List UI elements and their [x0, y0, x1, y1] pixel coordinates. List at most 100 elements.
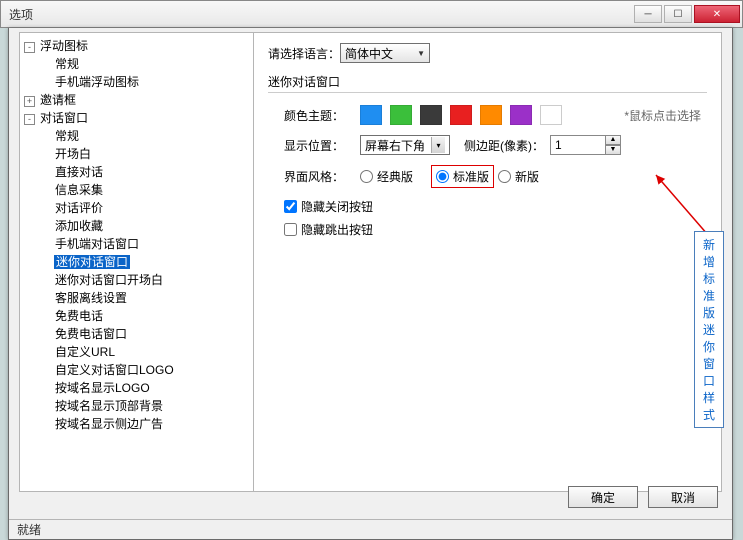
- tree-item-label: 自定义对话窗口LOGO: [54, 363, 175, 377]
- position-row: 显示位置： 屏幕右下角 ▾ 侧边距(像素)： ▲ ▼: [274, 135, 701, 155]
- tree-item-label: 免费电话: [54, 309, 104, 323]
- cancel-button[interactable]: 取消: [648, 486, 718, 508]
- margin-input-group: ▲ ▼: [550, 135, 621, 155]
- tree-item-label: 开场白: [54, 147, 92, 161]
- close-button[interactable]: ✕: [694, 5, 740, 23]
- section-title: 迷你对话窗口: [268, 73, 707, 90]
- ok-button[interactable]: 确定: [568, 486, 638, 508]
- tree-item[interactable]: 对话评价: [20, 199, 253, 217]
- hide-popup-checkbox[interactable]: 隐藏跳出按钮: [284, 221, 373, 238]
- tree-item[interactable]: 常规: [20, 127, 253, 145]
- margin-input[interactable]: [550, 135, 606, 155]
- annotation-callout: 新增标准版迷你窗口样式: [694, 231, 724, 428]
- tree-item[interactable]: 按域名显示LOGO: [20, 379, 253, 397]
- color-swatch[interactable]: [390, 105, 412, 125]
- position-label: 显示位置：: [284, 137, 360, 154]
- tree-item-label: 免费电话窗口: [54, 327, 128, 341]
- tree-item[interactable]: 直接对话: [20, 163, 253, 181]
- tree-toggle-icon[interactable]: -: [24, 114, 35, 125]
- tree-item-label: 手机端对话窗口: [54, 237, 140, 251]
- color-swatch[interactable]: [360, 105, 382, 125]
- content-area: -浮动图标常规手机端浮动图标+邀请框-对话窗口常规开场白直接对话信息采集对话评价…: [19, 32, 722, 492]
- nav-tree[interactable]: -浮动图标常规手机端浮动图标+邀请框-对话窗口常规开场白直接对话信息采集对话评价…: [20, 33, 254, 491]
- tree-item-label: 客服离线设置: [54, 291, 128, 305]
- style-radio-standard[interactable]: 标准版: [436, 168, 489, 185]
- margin-spinner[interactable]: ▲ ▼: [606, 135, 621, 155]
- tree-item-label: 对话评价: [54, 201, 104, 215]
- title-bar: 选项 ─ ☐ ✕: [0, 0, 743, 28]
- tree-item-label: 对话窗口: [39, 111, 89, 125]
- tree-item[interactable]: 信息采集: [20, 181, 253, 199]
- tree-toggle-icon[interactable]: -: [24, 42, 35, 53]
- tree-item[interactable]: + 邀请框: [20, 91, 253, 109]
- style-radio-new[interactable]: 新版: [498, 168, 539, 185]
- language-value: 简体中文: [345, 45, 393, 62]
- options-window: -浮动图标常规手机端浮动图标+邀请框-对话窗口常规开场白直接对话信息采集对话评价…: [8, 28, 733, 540]
- spin-up-icon[interactable]: ▲: [606, 135, 621, 145]
- hide-close-checkbox[interactable]: 隐藏关闭按钮: [284, 198, 373, 215]
- tree-item[interactable]: 迷你对话窗口开场白: [20, 271, 253, 289]
- minimize-button[interactable]: ─: [634, 5, 662, 23]
- tree-item-label: 浮动图标: [39, 39, 89, 53]
- tree-item[interactable]: 按域名显示顶部背景: [20, 397, 253, 415]
- tree-item[interactable]: 迷你对话窗口: [20, 253, 253, 271]
- language-select[interactable]: 简体中文 ▼: [340, 43, 430, 63]
- color-swatch[interactable]: [450, 105, 472, 125]
- chevron-down-icon: ▾: [431, 137, 445, 153]
- spin-down-icon[interactable]: ▼: [606, 145, 621, 155]
- theme-swatches: [360, 105, 570, 125]
- tree-item[interactable]: 自定义URL: [20, 343, 253, 361]
- position-value: 屏幕右下角: [365, 137, 425, 154]
- tree-item-label: 按域名显示顶部背景: [54, 399, 164, 413]
- mini-dialog-section: 颜色主题： *鼠标点击选择 显示位置： 屏幕右下角 ▾ 侧边距(像素)： ▲: [268, 92, 707, 248]
- tree-item-label: 直接对话: [54, 165, 104, 179]
- tree-item-label: 迷你对话窗口开场白: [54, 273, 164, 287]
- tree-item-label: 按域名显示LOGO: [54, 381, 151, 395]
- theme-label: 颜色主题：: [284, 107, 360, 124]
- status-bar: 就绪: [9, 519, 732, 539]
- tree-item-label: 迷你对话窗口: [54, 255, 130, 269]
- theme-row: 颜色主题： *鼠标点击选择: [274, 105, 701, 125]
- chevron-down-icon: ▼: [417, 49, 425, 58]
- hide-close-row: 隐藏关闭按钮: [274, 198, 701, 215]
- tree-item[interactable]: -对话窗口: [20, 109, 253, 127]
- window-title: 选项: [9, 6, 632, 23]
- tree-item-label: 按域名显示侧边广告: [54, 417, 164, 431]
- theme-hint: *鼠标点击选择: [624, 107, 701, 124]
- tree-item[interactable]: 按域名显示侧边广告: [20, 415, 253, 433]
- tree-item[interactable]: 添加收藏: [20, 217, 253, 235]
- tree-item[interactable]: -浮动图标: [20, 37, 253, 55]
- tree-item[interactable]: 自定义对话窗口LOGO: [20, 361, 253, 379]
- style-label: 界面风格：: [284, 168, 360, 185]
- tree-item[interactable]: 客服离线设置: [20, 289, 253, 307]
- style-radio-classic[interactable]: 经典版: [360, 168, 413, 185]
- dialog-footer: 确定 取消: [9, 479, 732, 515]
- tree-item[interactable]: 手机端对话窗口: [20, 235, 253, 253]
- tree-item-label: 手机端浮动图标: [54, 75, 140, 89]
- tree-item[interactable]: 免费电话窗口: [20, 325, 253, 343]
- tree-item-label: 自定义URL: [54, 345, 116, 359]
- position-select[interactable]: 屏幕右下角 ▾: [360, 135, 450, 155]
- tree-toggle-icon[interactable]: +: [24, 96, 35, 107]
- tree-item[interactable]: 开场白: [20, 145, 253, 163]
- margin-label: 侧边距(像素)：: [464, 137, 544, 154]
- status-text: 就绪: [17, 521, 41, 538]
- style-row: 界面风格： 经典版 标准版 新版: [274, 165, 701, 188]
- tree-item-label: 邀请框: [39, 93, 77, 107]
- language-row: 请选择语言： 简体中文 ▼: [268, 43, 707, 63]
- tree-item[interactable]: 免费电话: [20, 307, 253, 325]
- tree-item[interactable]: 常规: [20, 55, 253, 73]
- tree-item-label: 常规: [54, 57, 80, 71]
- maximize-button[interactable]: ☐: [664, 5, 692, 23]
- color-swatch[interactable]: [480, 105, 502, 125]
- tree-item-label: 常规: [54, 129, 80, 143]
- color-swatch[interactable]: [510, 105, 532, 125]
- tree-item-label: 信息采集: [54, 183, 104, 197]
- highlight-box: 标准版: [431, 165, 494, 188]
- tree-item[interactable]: 手机端浮动图标: [20, 73, 253, 91]
- color-swatch[interactable]: [540, 105, 562, 125]
- settings-panel: 请选择语言： 简体中文 ▼ 迷你对话窗口 颜色主题： *鼠标点击选择 显示位置：…: [254, 33, 721, 491]
- color-swatch[interactable]: [420, 105, 442, 125]
- tree-item-label: 添加收藏: [54, 219, 104, 233]
- hide-popup-row: 隐藏跳出按钮: [274, 221, 701, 238]
